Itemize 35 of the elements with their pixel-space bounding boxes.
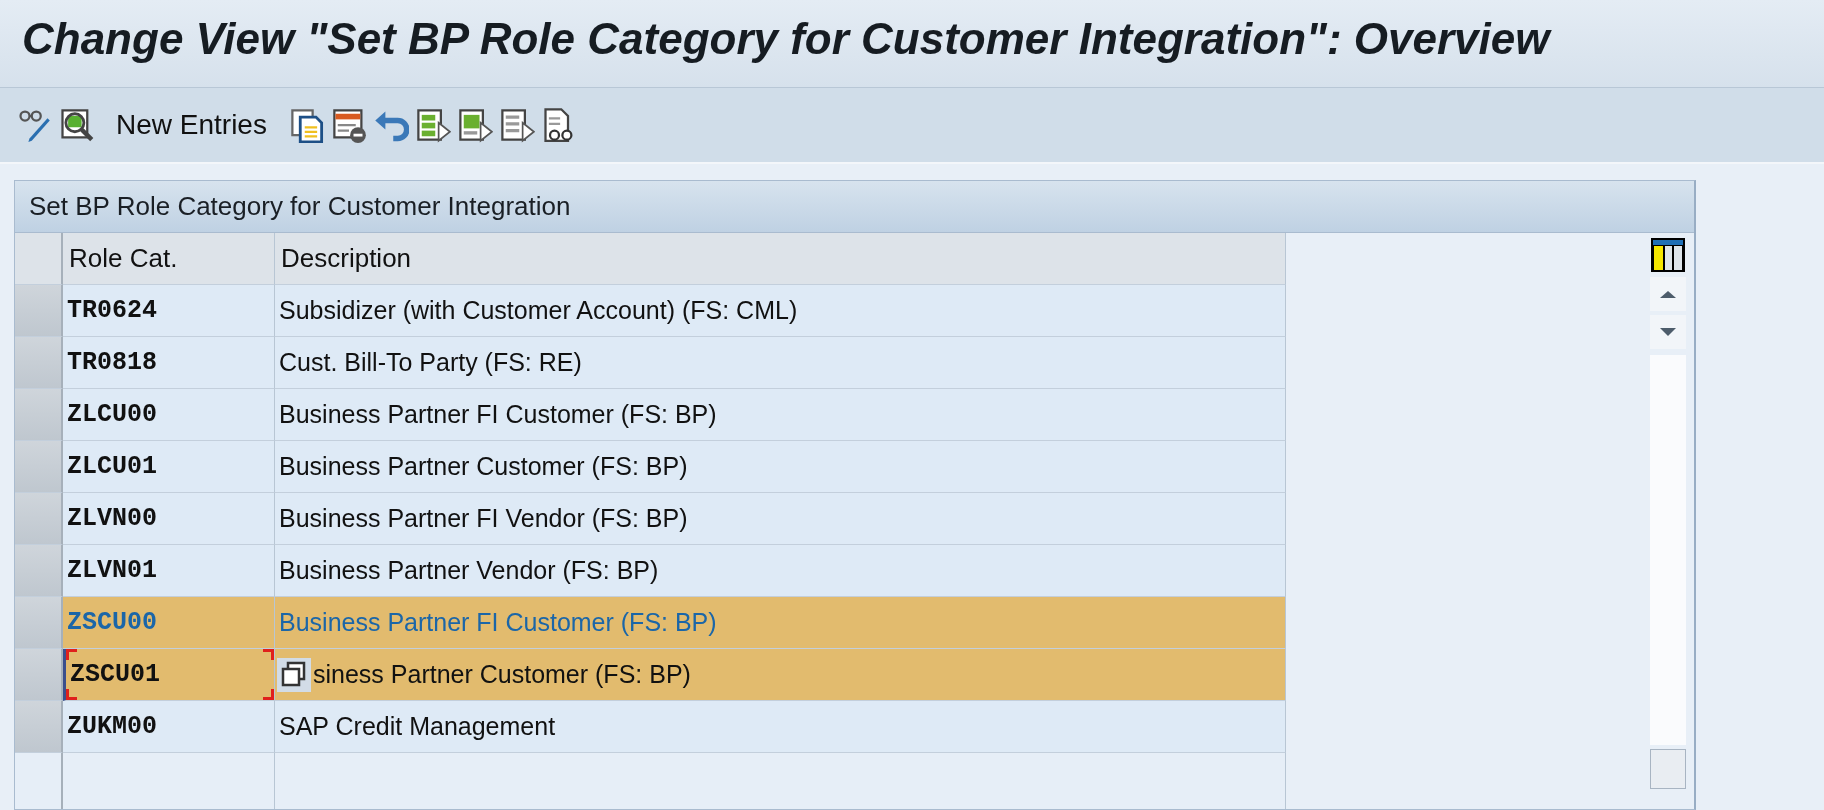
table-cell: Business Partner Customer (FS: BP) [279, 452, 688, 481]
scrollbar-thumb[interactable] [1650, 749, 1686, 789]
table-cell: Business Partner FI Customer (FS: BP) [279, 608, 717, 637]
table-cell: ZSCU00 [63, 597, 275, 649]
window-title: Change View "Set BP Role Category for Customer Integration": Overview [22, 14, 1553, 64]
table-cell: ZLVN01 [63, 545, 275, 597]
table-cell: Subsidizer (with Customer Account) (FS: CML) [279, 296, 798, 325]
table-cell: Business Partner FI Vendor (FS: BP) [279, 504, 688, 533]
table-cell: ZLCU00 [63, 389, 275, 441]
document-arrow-icon[interactable] [414, 107, 451, 143]
table-cell: ZLCU01 [63, 441, 275, 493]
document-arrow-icon[interactable] [498, 107, 535, 143]
column-header[interactable]: Description [275, 233, 1286, 285]
column-settings-icon[interactable] [1650, 237, 1686, 273]
copy-icon[interactable] [288, 107, 325, 143]
table-cell: Business Partner FI Customer (FS: BP) [279, 400, 717, 429]
column-header[interactable]: Role Cat. [63, 233, 275, 285]
table-cell: Business Partner Vendor (FS: BP) [279, 556, 659, 585]
scroll-down-icon[interactable] [1650, 315, 1686, 349]
document-arrow-icon[interactable] [456, 107, 493, 143]
table-cell: Cust. Bill-To Party (FS: RE) [279, 348, 582, 377]
magnifier-document-icon[interactable] [58, 107, 94, 143]
table-cell: ZLVN00 [63, 493, 275, 545]
panel-title: Set BP Role Category for Customer Integration [29, 191, 571, 222]
copy-icon[interactable] [277, 657, 311, 692]
glasses-pencil-icon[interactable] [16, 107, 52, 143]
table-cell: siness Partner Customer (FS: BP) [313, 660, 691, 689]
table-cell: SAP Credit Management [279, 712, 556, 741]
scroll-up-icon[interactable] [1650, 277, 1686, 311]
table-corner [15, 233, 63, 285]
table-cell: ZSCU01 [63, 649, 275, 701]
table-cell: TR0624 [63, 285, 275, 337]
table-cell: ZUKM00 [63, 701, 275, 753]
new-entries-button[interactable]: New Entries [104, 109, 277, 141]
table-cell: TR0818 [63, 337, 275, 389]
